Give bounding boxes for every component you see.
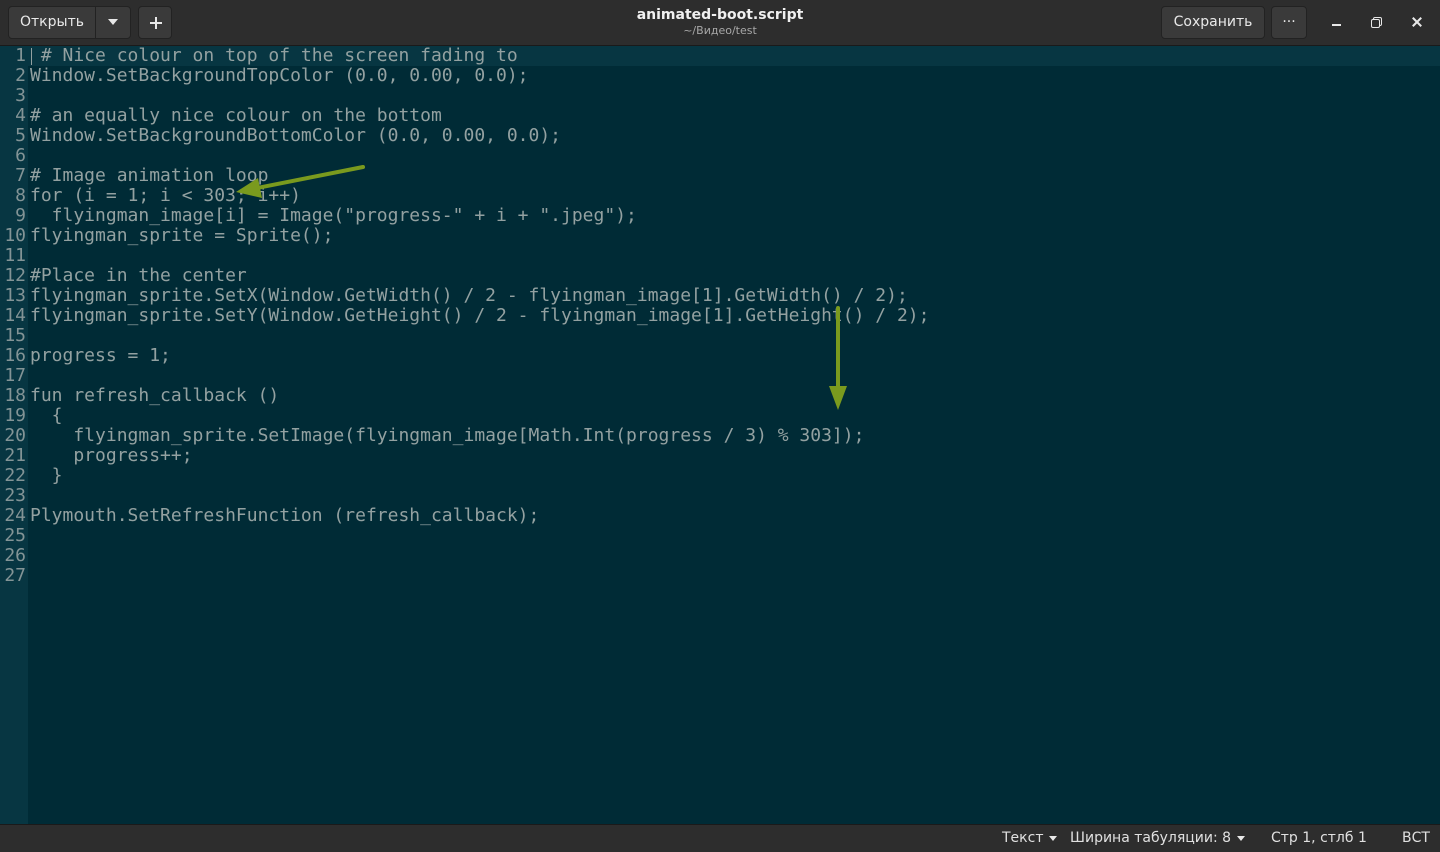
maximize-icon[interactable] bbox=[1367, 12, 1387, 32]
code-line[interactable]: 8 for (i = 1; i < 303; i++) bbox=[0, 186, 1440, 206]
line-text: Plymouth.SetRefreshFunction (refresh_cal… bbox=[30, 505, 540, 526]
line-number: 13 bbox=[4, 285, 26, 306]
line-number: 21 bbox=[4, 445, 26, 466]
line-number: 1 bbox=[15, 45, 26, 66]
line-number: 2 bbox=[15, 65, 26, 86]
document-path: ~/Видео/test bbox=[683, 24, 757, 37]
tab-width-selector[interactable]: Ширина табуляции: 8 bbox=[1070, 825, 1246, 852]
window-title: animated-boot.script ~/Видео/test bbox=[520, 6, 920, 38]
line-number: 9 bbox=[15, 205, 26, 226]
code-line[interactable]: 27 bbox=[0, 566, 1440, 586]
language-label: Текст bbox=[1002, 830, 1044, 846]
line-text: Window.SetBackgroundBottomColor (0.0, 0.… bbox=[30, 125, 562, 146]
chevron-down-icon bbox=[1049, 835, 1058, 841]
line-number: 25 bbox=[4, 525, 26, 546]
line-number: 16 bbox=[4, 345, 26, 366]
line-text: flyingman_sprite.SetY(Window.GetHeight()… bbox=[30, 305, 930, 326]
document-title: animated-boot.script bbox=[636, 7, 804, 23]
plus-icon bbox=[139, 7, 171, 38]
open-recent-dropdown-button[interactable] bbox=[95, 6, 131, 39]
line-number: 5 bbox=[15, 125, 26, 146]
line-text: #Place in the center bbox=[30, 265, 247, 286]
line-text: flyingman_sprite.SetX(Window.GetWidth() … bbox=[30, 285, 908, 306]
insert-mode-indicator[interactable]: ВСТ bbox=[1402, 825, 1430, 852]
code-line[interactable]: 17 bbox=[0, 366, 1440, 386]
line-number: 22 bbox=[4, 465, 26, 486]
line-number: 18 bbox=[4, 385, 26, 406]
code-line[interactable]: 12 #Place in the center bbox=[0, 266, 1440, 286]
line-text: progress = 1; bbox=[30, 345, 171, 366]
line-number: 4 bbox=[15, 105, 26, 126]
code-line[interactable]: 9 flyingman_image[i] = Image("progress-"… bbox=[0, 206, 1440, 226]
open-button[interactable]: Открыть bbox=[8, 6, 96, 39]
line-number: 6 bbox=[15, 145, 26, 166]
code-lines: 1 # Nice colour on top of the screen fad… bbox=[0, 46, 1440, 586]
code-line[interactable]: 24 Plymouth.SetRefreshFunction (refresh_c… bbox=[0, 506, 1440, 526]
code-line[interactable]: 18 fun refresh_callback () bbox=[0, 386, 1440, 406]
line-text: flyingman_sprite.SetImage(flyingman_imag… bbox=[30, 425, 865, 446]
main-menu-button[interactable]: ··· bbox=[1271, 6, 1307, 39]
code-line[interactable]: 26 bbox=[0, 546, 1440, 566]
code-line[interactable]: 4 # an equally nice colour on the bottom bbox=[0, 106, 1440, 126]
line-text: Window.SetBackgroundTopColor (0.0, 0.00,… bbox=[30, 65, 529, 86]
code-line[interactable]: 21 progress++; bbox=[0, 446, 1440, 466]
code-line[interactable]: 14 flyingman_sprite.SetY(Window.GetHeight… bbox=[0, 306, 1440, 326]
chevron-down-icon bbox=[1237, 835, 1246, 841]
code-line[interactable]: 16 progress = 1; bbox=[0, 346, 1440, 366]
language-selector[interactable]: Текст bbox=[1002, 825, 1058, 852]
code-line[interactable]: 1 # Nice colour on top of the screen fad… bbox=[0, 46, 1440, 66]
tab-width-label: Ширина табуляции: 8 bbox=[1070, 830, 1232, 846]
line-text: flyingman_image[i] = Image("progress-" +… bbox=[30, 205, 637, 226]
line-text: progress++; bbox=[30, 445, 193, 466]
code-line[interactable]: 15 bbox=[0, 326, 1440, 346]
code-line[interactable]: 20 flyingman_sprite.SetImage(flyingman_i… bbox=[0, 426, 1440, 446]
line-number: 11 bbox=[4, 245, 26, 266]
save-button[interactable]: Сохранить bbox=[1161, 6, 1265, 39]
line-number: 14 bbox=[4, 305, 26, 326]
line-text: # Nice colour on top of the screen fadin… bbox=[30, 45, 518, 66]
line-text: } bbox=[30, 465, 63, 486]
line-number: 23 bbox=[4, 485, 26, 506]
close-icon[interactable] bbox=[1407, 12, 1427, 32]
line-number: 17 bbox=[4, 365, 26, 386]
line-text: # Image animation loop bbox=[30, 165, 269, 186]
code-line[interactable]: 2 Window.SetBackgroundTopColor (0.0, 0.00… bbox=[0, 66, 1440, 86]
status-bar: Текст Ширина табуляции: 8 Стр 1, стлб 1 … bbox=[0, 824, 1440, 852]
header-bar: Открыть animated-boot.script ~/Видео/tes… bbox=[0, 0, 1440, 46]
line-number: 7 bbox=[15, 165, 26, 186]
code-line[interactable]: 25 bbox=[0, 526, 1440, 546]
line-number: 8 bbox=[15, 185, 26, 206]
code-line[interactable]: 7 # Image animation loop bbox=[0, 166, 1440, 186]
cursor-position[interactable]: Стр 1, стлб 1 bbox=[1271, 825, 1367, 852]
text-cursor bbox=[31, 48, 32, 65]
line-number: 10 bbox=[4, 225, 26, 246]
code-editor[interactable]: 1 # Nice colour on top of the screen fad… bbox=[0, 46, 1440, 824]
code-line[interactable]: 3 bbox=[0, 86, 1440, 106]
code-line[interactable]: 11 bbox=[0, 246, 1440, 266]
code-line[interactable]: 6 bbox=[0, 146, 1440, 166]
line-text: { bbox=[30, 405, 63, 426]
line-number: 12 bbox=[4, 265, 26, 286]
line-number: 20 bbox=[4, 425, 26, 446]
code-line[interactable]: 5 Window.SetBackgroundBottomColor (0.0, 0… bbox=[0, 126, 1440, 146]
line-number: 27 bbox=[4, 565, 26, 586]
line-number: 26 bbox=[4, 545, 26, 566]
code-line[interactable]: 22 } bbox=[0, 466, 1440, 486]
line-text: for (i = 1; i < 303; i++) bbox=[30, 185, 301, 206]
line-number: 19 bbox=[4, 405, 26, 426]
chevron-down-icon bbox=[108, 19, 118, 25]
code-line[interactable]: 13 flyingman_sprite.SetX(Window.GetWidth(… bbox=[0, 286, 1440, 306]
line-text: flyingman_sprite = Sprite(); bbox=[30, 225, 334, 246]
line-number: 15 bbox=[4, 325, 26, 346]
line-text: # an equally nice colour on the bottom bbox=[30, 105, 442, 126]
code-line[interactable]: 19 { bbox=[0, 406, 1440, 426]
code-line[interactable]: 23 bbox=[0, 486, 1440, 506]
new-tab-button[interactable] bbox=[138, 6, 172, 39]
line-text: fun refresh_callback () bbox=[30, 385, 280, 406]
line-number: 3 bbox=[15, 85, 26, 106]
code-line[interactable]: 10 flyingman_sprite = Sprite(); bbox=[0, 226, 1440, 246]
minimize-icon[interactable] bbox=[1327, 12, 1347, 32]
line-number: 24 bbox=[4, 505, 26, 526]
